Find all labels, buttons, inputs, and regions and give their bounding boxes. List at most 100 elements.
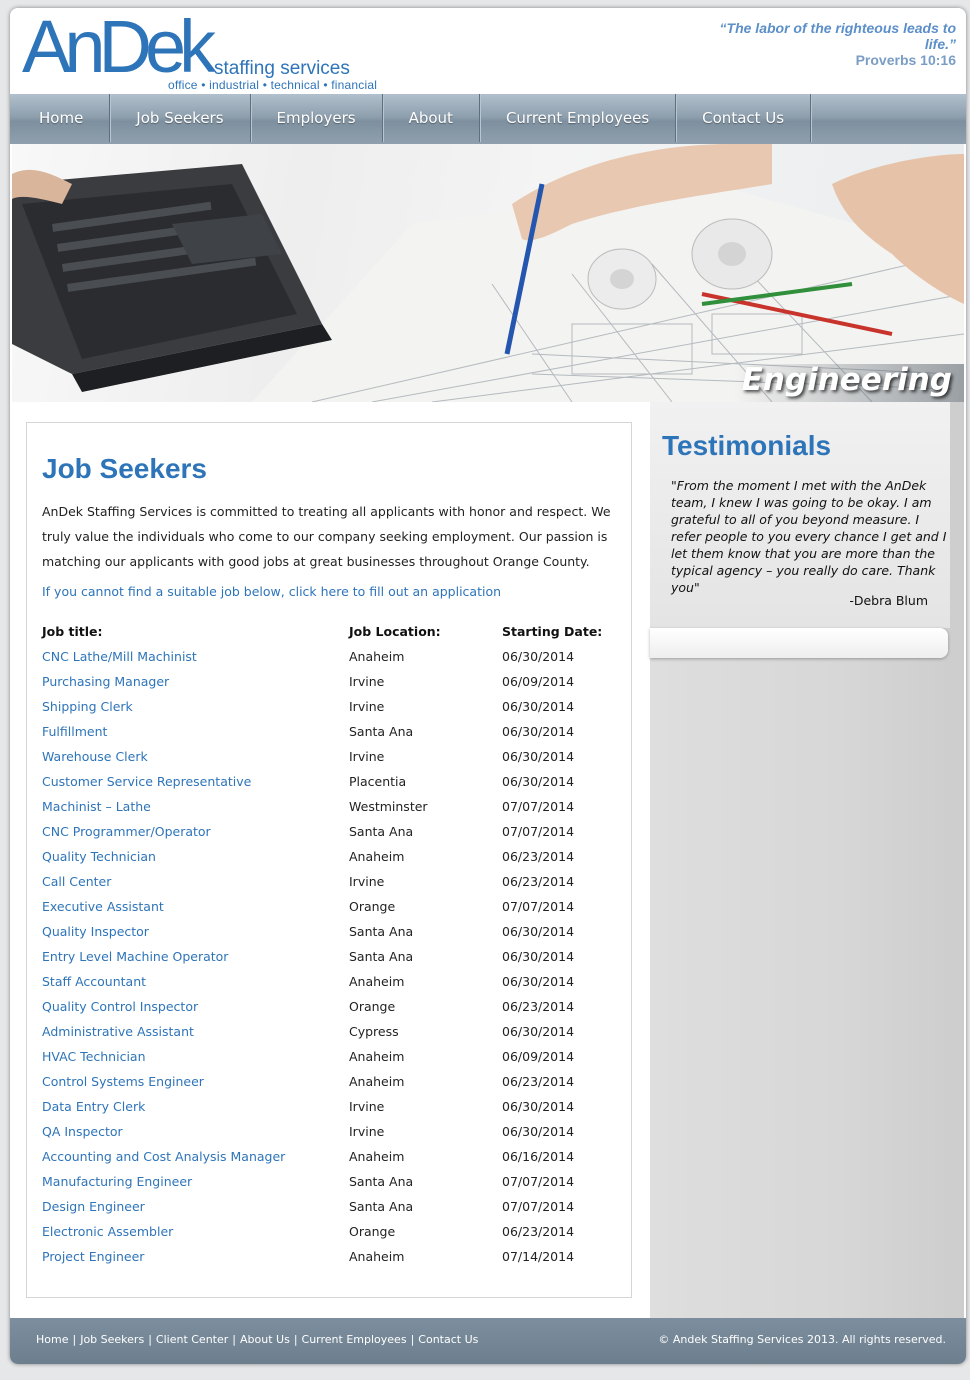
job-starting-date: 07/07/2014: [502, 799, 575, 814]
nav-item-current-employees[interactable]: Current Employees: [480, 94, 677, 142]
job-title-link[interactable]: Manufacturing Engineer: [42, 1169, 192, 1194]
job-title-link[interactable]: Machinist – Lathe: [42, 794, 151, 819]
job-starting-date: 06/30/2014: [502, 649, 575, 664]
table-row: Staff Accountant Anaheim 06/30/2014: [42, 969, 622, 994]
job-starting-date: 06/23/2014: [502, 874, 575, 889]
nav-item-home[interactable]: Home: [13, 94, 111, 142]
job-starting-date: 06/30/2014: [502, 774, 575, 789]
job-starting-date: 06/23/2014: [502, 999, 575, 1014]
job-location: Orange: [349, 1224, 396, 1239]
footer-separator: |: [72, 1333, 77, 1346]
job-title-link[interactable]: Project Engineer: [42, 1244, 144, 1269]
job-location: Irvine: [349, 699, 385, 714]
table-row: Entry Level Machine Operator Santa Ana 06/…: [42, 944, 622, 969]
job-title-link[interactable]: HVAC Technician: [42, 1044, 146, 1069]
job-title-link[interactable]: Staff Accountant: [42, 969, 146, 994]
footer-separator: |: [232, 1333, 236, 1346]
footer-link-contact-us[interactable]: Contact Us: [418, 1333, 478, 1346]
site-footer: Home | Job Seekers | Client Center | About Us |…: [10, 1318, 966, 1364]
banner-caption: Engineering: [741, 362, 952, 398]
table-row: Accounting and Cost Analysis Manager Anah…: [42, 1144, 622, 1169]
page-title: Job Seekers: [42, 453, 207, 484]
testimonials-title: Testimonials: [662, 430, 832, 461]
job-location: Santa Ana: [349, 1199, 414, 1214]
job-title-link[interactable]: CNC Lathe/Mill Machinist: [42, 644, 197, 669]
table-row: Quality Control Inspector Orange 06/23/201…: [42, 994, 622, 1019]
nav-item-about[interactable]: About: [383, 94, 480, 142]
job-title-link[interactable]: Fulfillment: [42, 719, 107, 744]
job-location: Santa Ana: [349, 949, 414, 964]
job-title-link[interactable]: Quality Inspector: [42, 919, 149, 944]
nav-item-contact-us[interactable]: Contact Us: [676, 94, 812, 142]
job-title-link[interactable]: Administrative Assistant: [42, 1019, 194, 1044]
job-title-link[interactable]: Purchasing Manager: [42, 669, 169, 694]
job-starting-date: 06/30/2014: [502, 699, 575, 714]
job-location: Cypress: [349, 1024, 399, 1039]
job-title-link[interactable]: Warehouse Clerk: [42, 744, 148, 769]
job-location: Anaheim: [349, 849, 405, 864]
header-job-location: Job Location:: [349, 624, 441, 639]
job-starting-date: 07/14/2014: [502, 1249, 575, 1264]
application-link[interactable]: If you cannot find a suitable job below,…: [42, 584, 501, 599]
job-title-link[interactable]: Customer Service Representative: [42, 769, 251, 794]
copyright-notice: © Andek Staffing Services 2013. All righ…: [658, 1333, 946, 1346]
main-content: Job Seekers AnDek Staffing Services is c…: [26, 422, 632, 1298]
quote-reference: Proverbs 10:16: [855, 52, 956, 68]
job-title-link[interactable]: CNC Programmer/Operator: [42, 819, 211, 844]
hero-banner: Engineering: [12, 144, 964, 402]
page-container: AnDek staffing services office • industr…: [10, 8, 966, 1364]
table-row: Fulfillment Santa Ana 06/30/2014: [42, 719, 622, 744]
job-title-link[interactable]: Call Center: [42, 869, 111, 894]
footer-separator: |: [148, 1333, 152, 1346]
job-title-link[interactable]: Quality Technician: [42, 844, 156, 869]
job-starting-date: 07/07/2014: [502, 899, 575, 914]
job-title-link[interactable]: Accounting and Cost Analysis Manager: [42, 1144, 285, 1169]
job-title-link[interactable]: Entry Level Machine Operator: [42, 944, 228, 969]
sidebar-divider-tab: [650, 628, 948, 658]
jobs-table-header: Job title: Job Location: Starting Date:: [42, 619, 622, 644]
job-title-link[interactable]: Shipping Clerk: [42, 694, 133, 719]
job-title-link[interactable]: Control Systems Engineer: [42, 1069, 204, 1094]
job-location: Santa Ana: [349, 924, 414, 939]
header-job-title: Job title:: [42, 624, 103, 639]
logo-tagline: office • industrial • technical • financ…: [168, 78, 378, 92]
header-starting-date: Starting Date:: [502, 624, 603, 639]
table-row: Customer Service Representative Placentia…: [42, 769, 622, 794]
footer-link-current-employees[interactable]: Current Employees: [302, 1333, 407, 1346]
jobs-table-body: CNC Lathe/Mill Machinist Anaheim 06/30/201…: [42, 644, 622, 1269]
job-starting-date: 06/30/2014: [502, 1099, 575, 1114]
table-row: Design Engineer Santa Ana 07/07/2014: [42, 1194, 622, 1219]
table-row: Purchasing Manager Irvine 06/09/2014: [42, 669, 622, 694]
footer-link-about-us[interactable]: About Us: [240, 1333, 290, 1346]
job-title-link[interactable]: Data Entry Clerk: [42, 1094, 145, 1119]
job-location: Santa Ana: [349, 1174, 414, 1189]
job-location: Placentia: [349, 774, 407, 789]
job-starting-date: 07/07/2014: [502, 1174, 575, 1189]
table-row: Warehouse Clerk Irvine 06/30/2014: [42, 744, 622, 769]
footer-link-client-center[interactable]: Client Center: [156, 1333, 228, 1346]
job-location: Irvine: [349, 749, 385, 764]
nav-item-employers[interactable]: Employers: [251, 94, 383, 142]
nav-item-job-seekers[interactable]: Job Seekers: [110, 94, 251, 142]
table-row: CNC Lathe/Mill Machinist Anaheim 06/30/201…: [42, 644, 622, 669]
job-starting-date: 06/23/2014: [502, 849, 575, 864]
job-title-link[interactable]: Quality Control Inspector: [42, 994, 198, 1019]
footer-link-home[interactable]: Home: [36, 1333, 68, 1346]
job-title-link[interactable]: QA Inspector: [42, 1119, 123, 1144]
job-title-link[interactable]: Electronic Assembler: [42, 1219, 173, 1244]
footer-link-job-seekers[interactable]: Job Seekers: [80, 1333, 144, 1346]
testimonial-author: -Debra Blum: [849, 593, 928, 608]
job-location: Anaheim: [349, 1074, 405, 1089]
job-starting-date: 06/30/2014: [502, 974, 575, 989]
footer-separator: |: [293, 1333, 298, 1346]
job-starting-date: 06/30/2014: [502, 749, 575, 764]
job-starting-date: 06/23/2014: [502, 1074, 575, 1089]
job-title-link[interactable]: Executive Assistant: [42, 894, 164, 919]
job-starting-date: 07/07/2014: [502, 824, 575, 839]
footer-links: Home | Job Seekers | Client Center | About Us |…: [36, 1333, 478, 1346]
job-location: Anaheim: [349, 649, 405, 664]
main-nav: Home Job Seekers Employers About Current…: [10, 94, 966, 144]
job-title-link[interactable]: Design Engineer: [42, 1194, 145, 1219]
job-starting-date: 06/23/2014: [502, 1224, 575, 1239]
job-location: Anaheim: [349, 1249, 405, 1264]
